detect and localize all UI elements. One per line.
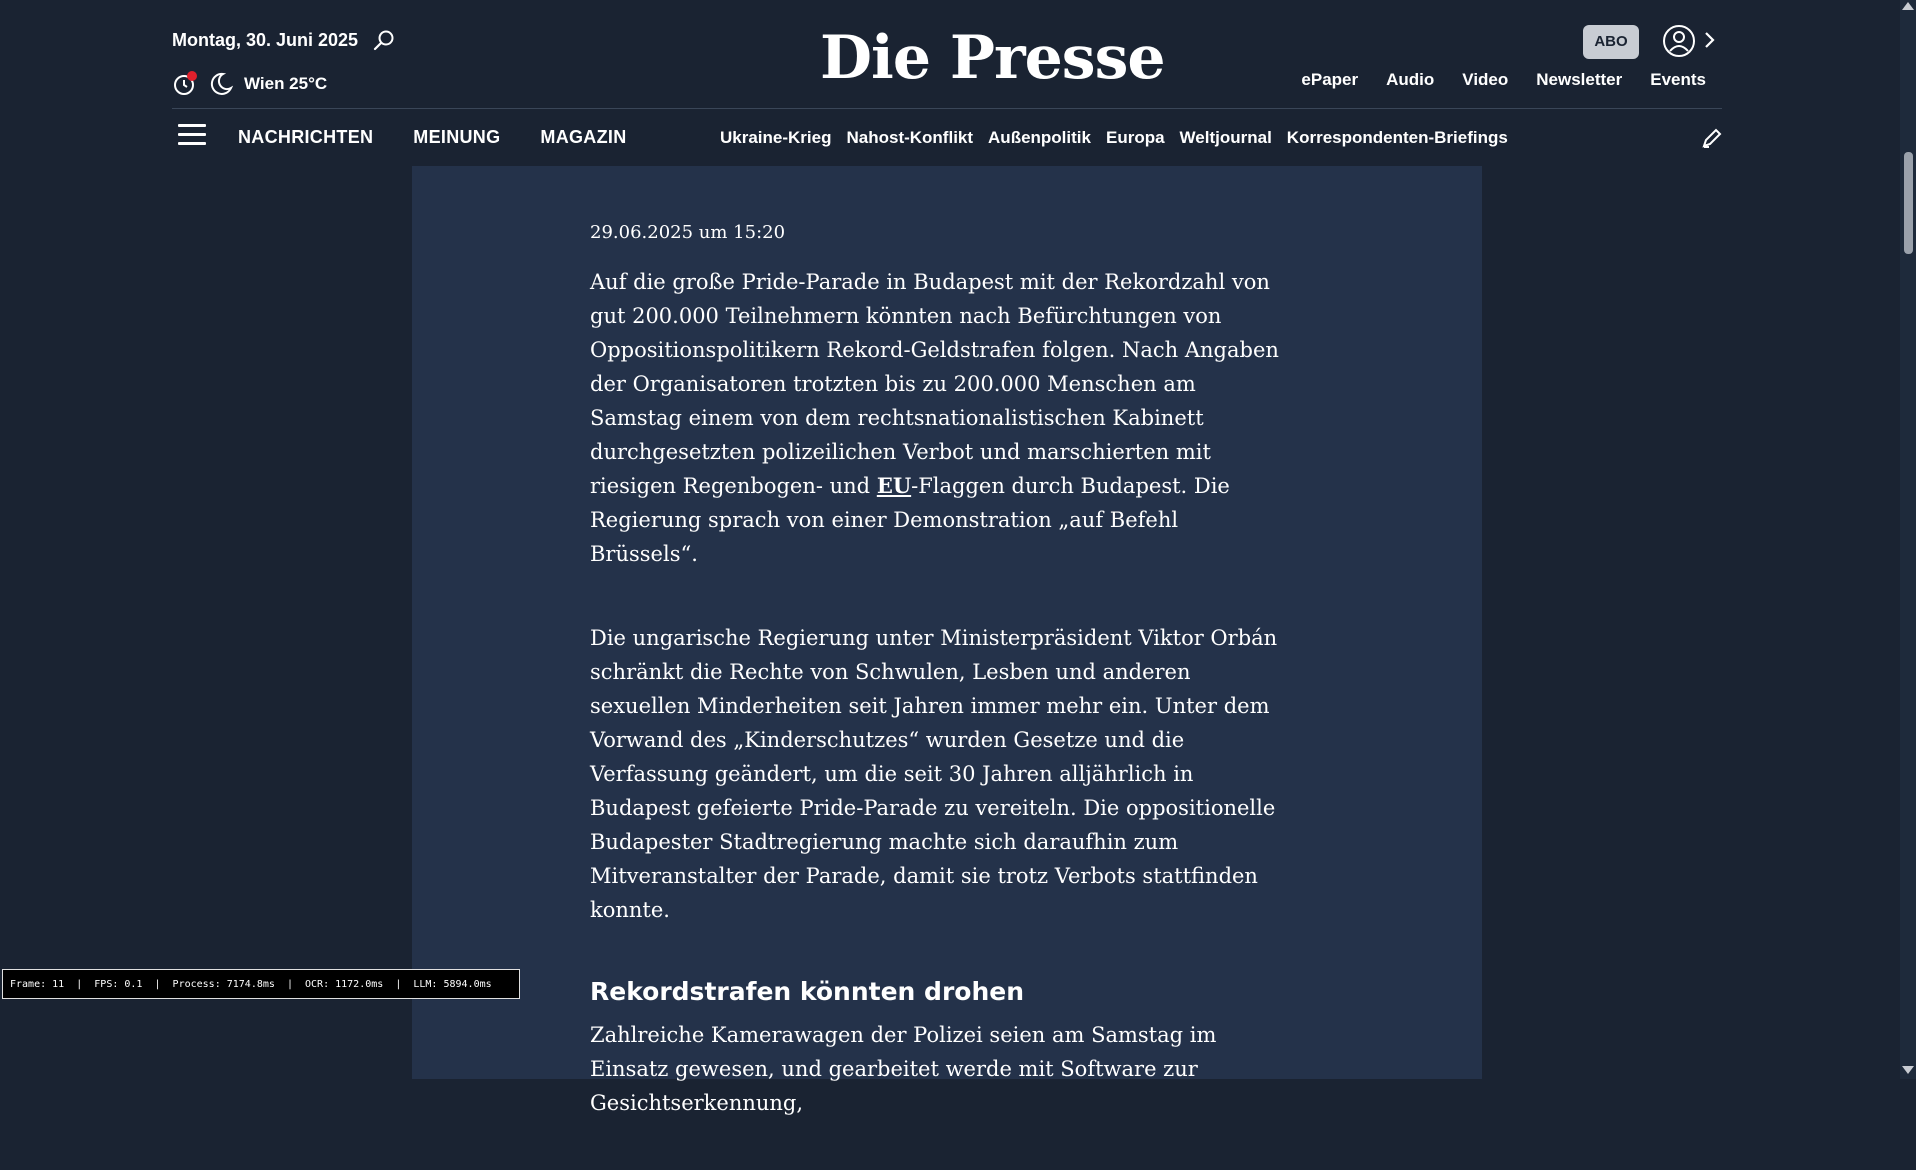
article-body: 29.06.2025 um 15:20 Auf die große Pride-… [590, 222, 1290, 1170]
article-paragraph-2: Die ungarische Regierung unter Ministerp… [590, 626, 1278, 922]
nav-item-nachrichten[interactable]: NACHRICHTEN [238, 127, 373, 148]
nav-item-nahost-konflikt[interactable]: Nahost-Konflikt [846, 128, 973, 148]
link-audio[interactable]: Audio [1386, 70, 1434, 90]
header-links: ePaper Audio Video Newsletter Events [1301, 70, 1706, 90]
search-icon[interactable] [372, 28, 396, 52]
sub-navigation: Ukraine-Krieg Nahost-Konflikt Außenpolit… [720, 128, 1508, 148]
article-paragraph-1: Auf die große Pride-Parade in Budapest m… [590, 265, 1290, 571]
scroll-up-icon[interactable] [1902, 2, 1914, 10]
debug-status-bar: Frame: 11 | FPS: 0.1 | Process: 7174.8ms… [2, 969, 520, 999]
site-logo[interactable]: Die Presse [820, 28, 1166, 88]
link-epaper[interactable]: ePaper [1301, 70, 1358, 90]
link-video[interactable]: Video [1462, 70, 1508, 90]
pencil-icon[interactable] [1700, 126, 1724, 150]
abo-button[interactable]: ABO [1583, 25, 1639, 59]
scrollbar-thumb[interactable] [1904, 152, 1913, 254]
scroll-down-icon[interactable] [1902, 1066, 1914, 1074]
weather-label: Wien 25°C [244, 74, 328, 93]
site-header: Montag, 30. Juni 2025 Die Presse ABO Wie… [0, 0, 1900, 160]
nav-item-magazin[interactable]: MAGAZIN [540, 127, 626, 148]
link-newsletter[interactable]: Newsletter [1536, 70, 1622, 90]
history-icon[interactable] [172, 71, 198, 97]
main-navigation: NACHRICHTEN MEINUNG MAGAZIN [238, 127, 627, 148]
eu-link[interactable]: EU [877, 473, 911, 498]
moon-icon[interactable] [208, 71, 234, 97]
nav-item-europa[interactable]: Europa [1106, 128, 1165, 148]
header-divider [172, 108, 1722, 109]
nav-item-aussenpolitik[interactable]: Außenpolitik [988, 128, 1091, 148]
article-subheading: Rekordstrafen könnten drohen [590, 977, 1025, 1006]
nav-item-weltjournal[interactable]: Weltjournal [1180, 128, 1272, 148]
nav-item-meinung[interactable]: MEINUNG [413, 127, 500, 148]
article-paragraph-3: Zahlreiche Kamerawagen der Polizei seien… [590, 1023, 1217, 1115]
current-date: Montag, 30. Juni 2025 [172, 30, 359, 50]
article-timestamp: 29.06.2025 um 15:20 [590, 222, 786, 243]
paragraph-1-text: Auf die große Pride-Parade in Budapest m… [590, 270, 1279, 498]
nav-item-korrespondenten-briefings[interactable]: Korrespondenten-Briefings [1287, 128, 1508, 148]
chevron-right-icon[interactable] [1702, 30, 1716, 50]
link-events[interactable]: Events [1650, 70, 1706, 90]
user-icon[interactable] [1662, 24, 1696, 58]
header-utility-row: Wien 25°C [172, 70, 327, 98]
menu-icon[interactable] [178, 124, 206, 148]
nav-item-ukraine-krieg[interactable]: Ukraine-Krieg [720, 128, 831, 148]
